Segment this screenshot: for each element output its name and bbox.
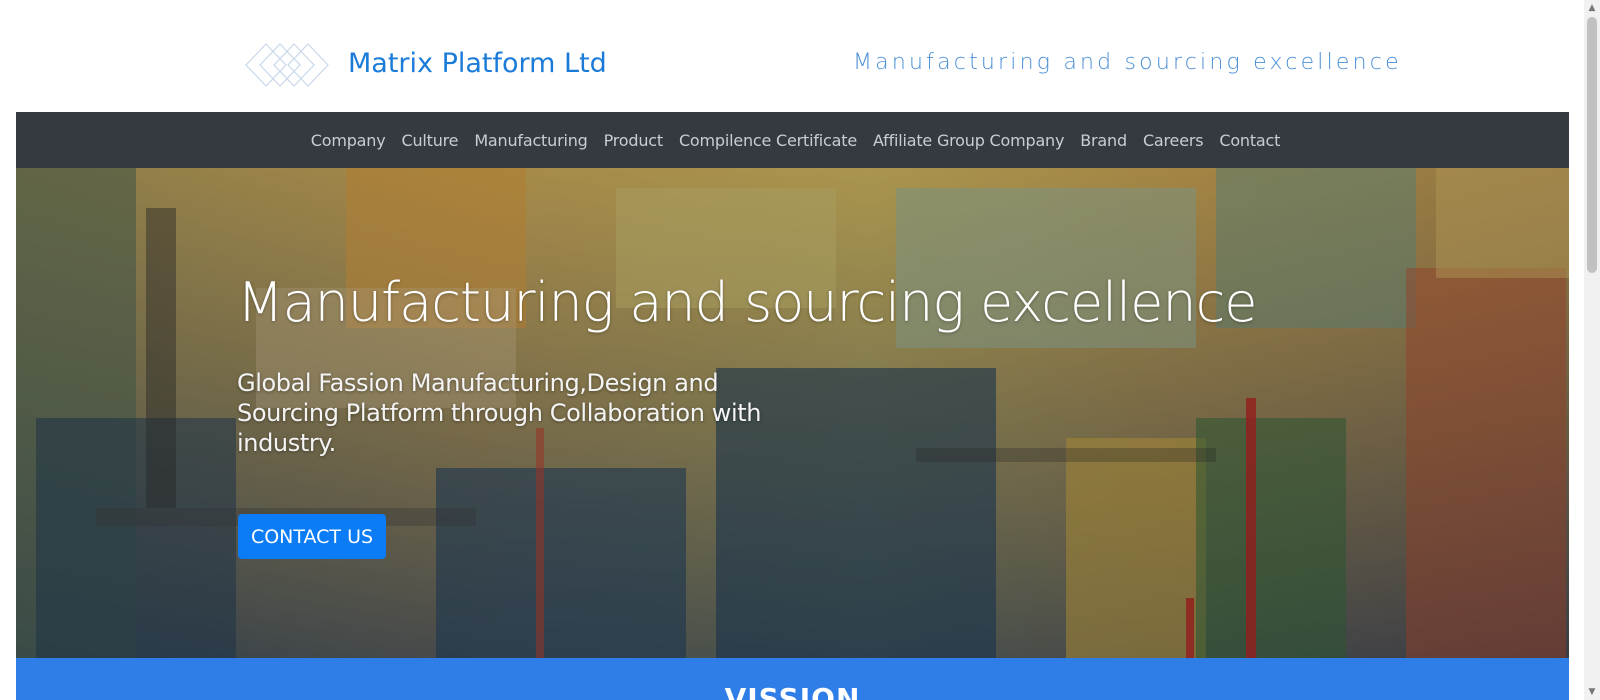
hero-subtitle: Global Fassion Manufacturing,Design and … [237, 369, 762, 457]
contact-us-button[interactable]: CONTACT US [238, 514, 386, 559]
nav-item-company[interactable]: Company [303, 131, 394, 150]
nav-item-affiliate-group-company[interactable]: Affiliate Group Company [865, 131, 1072, 150]
nav-item-culture[interactable]: Culture [393, 131, 466, 150]
main-navbar: Company Culture Manufacturing Product Co… [16, 112, 1569, 168]
nav-list: Company Culture Manufacturing Product Co… [16, 112, 1569, 168]
brand-name[interactable]: Matrix Platform Ltd [348, 48, 607, 79]
nav-item-careers[interactable]: Careers [1135, 131, 1211, 150]
scroll-down-arrow-icon[interactable]: ▼ [1584, 684, 1600, 700]
diamond-lattice-logo-icon[interactable] [244, 42, 332, 88]
page: Matrix Platform Ltd Manufacturing and so… [0, 0, 1584, 700]
hero-banner: Manufacturing and sourcing excellence Gl… [16, 168, 1569, 658]
site-header: Matrix Platform Ltd Manufacturing and so… [0, 0, 1584, 112]
nav-item-product[interactable]: Product [596, 131, 671, 150]
page-scrollbar[interactable]: ▲ ▼ [1584, 0, 1600, 700]
scroll-thumb[interactable] [1587, 17, 1597, 273]
header-tagline: Manufacturing and sourcing excellence [853, 50, 1402, 75]
nav-item-contact[interactable]: Contact [1211, 131, 1288, 150]
vision-heading: VISSION [724, 682, 861, 700]
hero-title: Manufacturing and sourcing excellence [237, 271, 1258, 334]
nav-item-brand[interactable]: Brand [1072, 131, 1135, 150]
nav-item-manufacturing[interactable]: Manufacturing [466, 131, 595, 150]
nav-item-compliance-certificate[interactable]: Compilence Certificate [671, 131, 865, 150]
scroll-up-arrow-icon[interactable]: ▲ [1584, 0, 1600, 16]
vision-section: VISSION [16, 658, 1569, 700]
